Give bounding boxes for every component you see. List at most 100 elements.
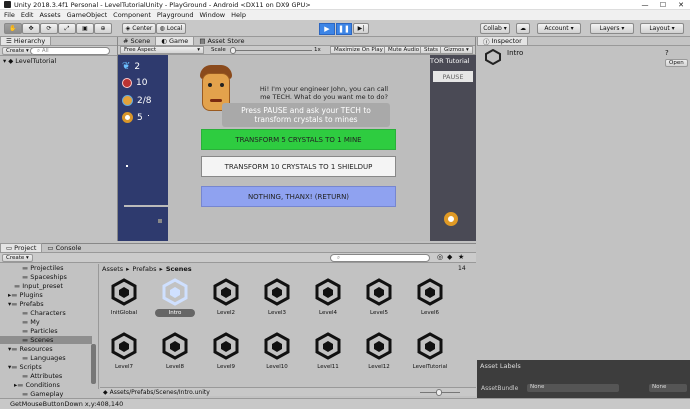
folder-input-preset[interactable]: ▬ Input_preset — [14, 282, 63, 290]
folder-spaceships[interactable]: ▬ Spaceships — [22, 273, 67, 281]
scene-asset[interactable]: Level10 — [257, 332, 297, 371]
tab-project[interactable]: ▭ Project — [0, 243, 43, 252]
cloud-button[interactable]: ☁ — [516, 23, 530, 34]
scale-slider[interactable] — [230, 47, 312, 54]
minimize-button[interactable]: — — [636, 1, 654, 9]
menu-help[interactable]: Help — [231, 11, 246, 19]
folder-prefabs[interactable]: ▾▬ Prefabs — [8, 300, 44, 308]
project-toolbar: Create ▾ ⌕ ◎ ◆ ★ — [0, 253, 476, 263]
transform-mine-button[interactable]: TRANSFORM 5 CRYSTALS TO 1 MINE — [201, 129, 396, 150]
gizmos-dropdown[interactable]: Gizmos ▾ — [440, 46, 473, 54]
folder-scenes[interactable]: ▬ Scenes — [0, 336, 92, 344]
hierarchy-scene-root[interactable]: ▾ ◆ LevelTutorial — [3, 57, 56, 65]
pause-game-button[interactable]: PAUSE — [433, 71, 473, 82]
variant-dropdown[interactable]: None — [649, 384, 687, 392]
folder-attributes[interactable]: ▬ Attributes — [22, 372, 62, 380]
scene-asset[interactable]: Level12 — [359, 332, 399, 371]
tab-inspector[interactable]: ⓘ Inspector — [477, 36, 528, 46]
folder-characters[interactable]: ▬ Characters — [22, 309, 66, 317]
project-search-input[interactable]: ⌕ — [330, 254, 430, 262]
thumbnail-size-slider[interactable] — [420, 389, 460, 396]
pivot-local-button[interactable]: ◍ Local — [156, 23, 186, 34]
scene-asset[interactable]: Level6 — [410, 278, 450, 317]
scene-asset[interactable]: LevelTutorial — [410, 332, 450, 371]
menu-edit[interactable]: Edit — [21, 11, 34, 19]
close-button[interactable]: ✕ — [672, 1, 690, 9]
hierarchy-search-input[interactable]: ⌕ All — [30, 47, 110, 55]
breadcrumb-prefabs[interactable]: Prefabs — [132, 265, 156, 273]
step-button[interactable]: ▶| — [353, 23, 369, 34]
layout-dropdown[interactable]: Layout ▾ — [640, 23, 684, 34]
help-icon[interactable]: ? — [665, 49, 669, 57]
nothing-return-button[interactable]: NOTHING, THANX! (RETURN) — [201, 186, 396, 207]
search-icon: ⌕ — [37, 47, 41, 54]
game-viewport[interactable]: ❦ 2 10 2/8 5 Hi! I'm your engineer John, … — [118, 55, 476, 241]
filter-label-icon[interactable]: ◆ — [447, 253, 452, 261]
project-create-button[interactable]: Create ▾ — [2, 254, 33, 262]
maximize-button[interactable]: ☐ — [654, 1, 672, 9]
scene-asset[interactable]: Level9 — [206, 332, 246, 371]
folder-scripts[interactable]: ▾▬ Scripts — [8, 363, 42, 371]
maximize-on-play-toggle[interactable]: Maximize On Play — [330, 46, 387, 54]
rect-tool-button[interactable]: ▣ — [76, 23, 94, 34]
folder-projectiles[interactable]: ▬ Projectiles — [22, 264, 63, 272]
mute-audio-toggle[interactable]: Mute Audio — [384, 46, 424, 54]
folder-conditions[interactable]: ▸▬ Conditions — [14, 381, 60, 389]
folder-plugins[interactable]: ▸▬ Plugins — [8, 291, 43, 299]
filter-type-icon[interactable]: ◎ — [437, 253, 443, 261]
folder-languages[interactable]: ▬ Languages — [22, 354, 66, 362]
menu-window[interactable]: Window — [199, 11, 225, 19]
scene-asset[interactable]: Level8 — [155, 332, 195, 371]
folder-label: Projectiles — [30, 264, 64, 272]
scene-asset[interactable]: Level5 — [359, 278, 399, 317]
hierarchy-create-button[interactable]: Create ▾ — [2, 47, 33, 55]
tab-game[interactable]: ◐ Game — [155, 36, 195, 45]
stats-toggle[interactable]: Stats — [420, 46, 443, 54]
transform-shieldup-button[interactable]: TRANSFORM 10 CRYSTALS TO 1 SHIELDUP — [201, 156, 396, 177]
pause-button[interactable]: ❚❚ — [336, 23, 352, 35]
aspect-dropdown[interactable]: Free Aspect ▾ — [120, 46, 204, 54]
tab-hierarchy[interactable]: ☰ Hierarchy — [0, 36, 52, 45]
rotate-tool-button[interactable]: ⟳ — [40, 23, 58, 34]
folder-resources[interactable]: ▾▬ Resources — [8, 345, 53, 353]
menu-file[interactable]: File — [4, 11, 15, 19]
move-tool-button[interactable]: ✥ — [22, 23, 40, 34]
assetbundle-dropdown[interactable]: None — [527, 384, 619, 392]
collab-button[interactable]: Collab ▾ — [480, 23, 510, 34]
scene-asset[interactable]: Level7 — [104, 332, 144, 371]
hud-crystals-value: 10 — [136, 78, 148, 88]
tab-console[interactable]: ▭ Console — [42, 243, 86, 252]
inspector-open-button[interactable]: Open — [665, 59, 688, 67]
breadcrumb-assets[interactable]: Assets — [102, 265, 123, 273]
scene-asset[interactable]: Intro — [155, 278, 195, 317]
menu-assets[interactable]: Assets — [39, 11, 60, 19]
center-label: Center — [132, 25, 153, 32]
tab-scene[interactable]: # Scene — [118, 36, 155, 45]
unity-scene-icon — [365, 278, 393, 306]
thumbnail-slider-thumb[interactable] — [436, 389, 442, 396]
scale-slider-thumb[interactable] — [230, 47, 236, 54]
favorite-star-icon[interactable]: ★ — [458, 253, 464, 261]
folder-particles[interactable]: ▬ Particles — [22, 327, 58, 335]
scale-tool-button[interactable]: ⤢ — [58, 23, 76, 34]
tree-scrollbar-thumb[interactable] — [91, 344, 96, 384]
account-dropdown[interactable]: Account ▾ — [537, 23, 581, 34]
layers-dropdown[interactable]: Layers ▾ — [590, 23, 634, 34]
folder-my[interactable]: ▬ My — [22, 318, 40, 326]
scene-asset[interactable]: Level4 — [308, 278, 348, 317]
menu-playground[interactable]: Playground — [157, 11, 194, 19]
transform-tool-button[interactable]: ⊕ — [94, 23, 112, 34]
scene-asset[interactable]: Level11 — [308, 332, 348, 371]
hand-tool-button[interactable]: ✋ — [4, 23, 22, 34]
menu-component[interactable]: Component — [113, 11, 151, 19]
menu-gameobject[interactable]: GameObject — [67, 11, 108, 19]
tab-asset-store[interactable]: ▤ Asset Store — [194, 36, 249, 45]
breadcrumb-scenes[interactable]: Scenes — [166, 265, 192, 273]
scene-asset[interactable]: Level2 — [206, 278, 246, 317]
play-button[interactable]: ▶ — [319, 23, 335, 35]
pivot-center-button[interactable]: ◈ Center — [122, 23, 156, 34]
scene-asset[interactable]: InitGlobal — [104, 278, 144, 317]
folder-gameplay[interactable]: ▬ Gameplay — [22, 390, 63, 398]
scene-asset[interactable]: Level3 — [257, 278, 297, 317]
menu-bar: File Edit Assets GameObject Component Pl… — [0, 10, 690, 20]
